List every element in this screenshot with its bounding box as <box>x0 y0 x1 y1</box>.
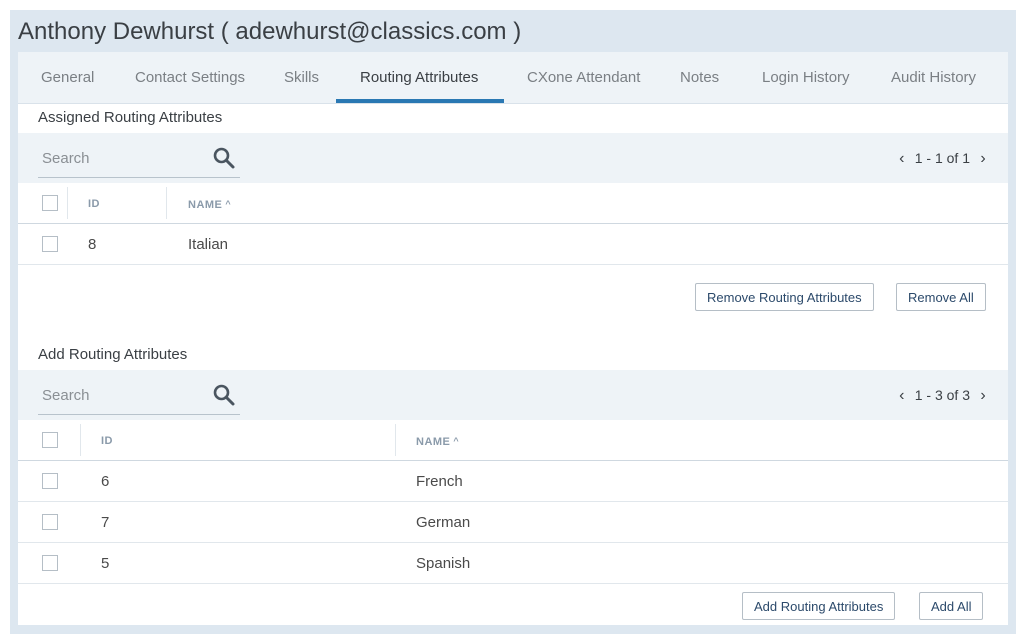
select-all-checkbox[interactable] <box>42 195 58 211</box>
routing-attributes-panel: General Contact Settings Skills Routing … <box>18 52 1008 625</box>
add-toolbar: ‹1 - 3 of 3› <box>18 370 1008 420</box>
column-header-name[interactable]: NAME ^ <box>416 420 459 460</box>
tab-contact-settings[interactable]: Contact Settings <box>135 52 245 103</box>
tab-audit-history[interactable]: Audit History <box>891 52 976 103</box>
table-row[interactable]: 7 German <box>18 502 1008 543</box>
tab-routing-attributes[interactable]: Routing Attributes <box>360 52 478 103</box>
assigned-toolbar: ‹1 - 1 of 1› <box>18 133 1008 183</box>
row-id: 8 <box>88 236 97 253</box>
row-checkbox[interactable] <box>42 555 58 571</box>
row-name: French <box>416 473 463 490</box>
column-header-name[interactable]: NAME ^ <box>188 183 231 223</box>
tab-notes[interactable]: Notes <box>680 52 719 103</box>
select-all-checkbox[interactable] <box>42 432 58 448</box>
sort-ascending-icon: ^ <box>225 199 232 209</box>
add-all-button[interactable]: Add All <box>919 592 984 620</box>
add-section-title: Add Routing Attributes <box>38 346 188 363</box>
row-name: Spanish <box>416 555 471 572</box>
row-name: German <box>416 514 471 531</box>
chevron-left-icon[interactable]: ‹ <box>893 371 911 421</box>
add-routing-attributes-button[interactable]: Add Routing Attributes <box>742 592 896 620</box>
column-header-id[interactable]: ID <box>101 420 113 460</box>
tab-bar: General Contact Settings Skills Routing … <box>18 52 1008 104</box>
assigned-pagination: ‹ 1 - 1 of 1 › <box>893 133 992 183</box>
sort-ascending-icon: ^ <box>453 436 460 446</box>
row-id: 6 <box>101 473 110 490</box>
column-divider <box>166 187 167 219</box>
row-checkbox[interactable] <box>42 236 58 252</box>
tab-login-history[interactable]: Login History <box>762 52 850 103</box>
table-row[interactable]: 8 Italian <box>18 224 1008 265</box>
row-checkbox[interactable] <box>42 514 58 530</box>
column-header-name-label: NAME <box>416 436 451 448</box>
column-header-name-label: NAME <box>188 199 223 211</box>
chevron-left-icon[interactable]: ‹ <box>893 134 911 184</box>
search-icon[interactable] <box>212 146 236 170</box>
add-search <box>38 370 240 415</box>
row-id: 7 <box>101 514 110 531</box>
tab-skills[interactable]: Skills <box>284 52 319 103</box>
row-id: 5 <box>101 555 110 572</box>
tab-cxone-attendant[interactable]: CXone Attendant <box>527 52 640 103</box>
chevron-right-icon[interactable]: › <box>974 134 992 184</box>
column-divider <box>67 187 68 219</box>
assigned-table-header: ID NAME ^ <box>18 183 1008 224</box>
search-icon[interactable] <box>212 383 236 407</box>
row-name: Italian <box>188 236 229 253</box>
assigned-section-title: Assigned Routing Attributes <box>38 109 223 126</box>
tab-general[interactable]: General <box>41 52 94 103</box>
add-table-header: ID NAME ^ <box>18 420 1008 461</box>
assigned-page-count: 1 - 1 of 1 <box>914 150 970 166</box>
remove-all-button[interactable]: Remove All <box>896 283 986 311</box>
add-pagination: ‹ 1 - 3 of 3 › <box>893 370 992 420</box>
table-row[interactable]: 6 French <box>18 461 1008 502</box>
user-details-frame: Anthony Dewhurst ( adewhurst@classics.co… <box>10 10 1016 634</box>
column-header-id[interactable]: ID <box>88 183 100 223</box>
column-divider <box>395 424 396 456</box>
remove-routing-attributes-button[interactable]: Remove Routing Attributes <box>695 283 874 311</box>
table-row[interactable]: 5 Spanish <box>18 543 1008 584</box>
active-tab-indicator <box>336 99 504 103</box>
chevron-right-icon[interactable]: › <box>974 371 992 421</box>
add-page-count: 1 - 3 of 3 <box>914 387 970 403</box>
add-search-input[interactable] <box>40 382 204 408</box>
row-checkbox[interactable] <box>42 473 58 489</box>
page-title: Anthony Dewhurst ( adewhurst@classics.co… <box>18 18 522 45</box>
column-divider <box>80 424 81 456</box>
assigned-search-input[interactable] <box>40 145 204 171</box>
assigned-search <box>38 133 240 178</box>
